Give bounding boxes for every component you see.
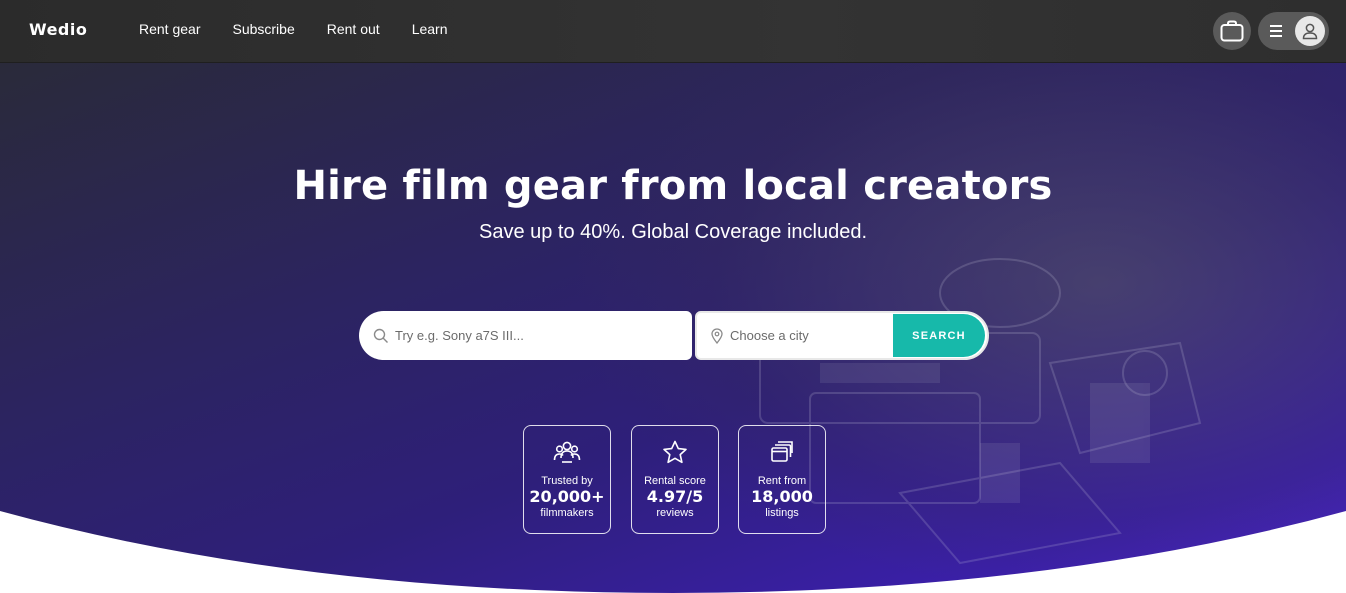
- gear-search-box[interactable]: [359, 311, 692, 360]
- stat-sublabel: filmmakers: [540, 507, 594, 519]
- stat-value: 4.97/5: [646, 487, 704, 506]
- nav-subscribe[interactable]: Subscribe: [232, 21, 294, 37]
- city-input[interactable]: [730, 328, 880, 343]
- search-icon: [373, 328, 388, 343]
- stat-label: Trusted by: [541, 475, 593, 487]
- nav-rent-out[interactable]: Rent out: [327, 21, 380, 37]
- nav-learn[interactable]: Learn: [412, 21, 448, 37]
- listings-icon: [771, 441, 793, 462]
- stat-sublabel: reviews: [656, 507, 694, 519]
- logo[interactable]: Wedio: [29, 20, 87, 39]
- city-search-box[interactable]: SEARCH: [695, 311, 989, 360]
- hamburger-icon: [1270, 25, 1282, 37]
- stat-value: 18,000: [751, 487, 813, 506]
- top-navigation-bar: Wedio Rent gear Subscribe Rent out Learn: [0, 0, 1346, 63]
- bag-button[interactable]: [1213, 12, 1251, 50]
- stat-label: Rental score: [644, 475, 706, 487]
- main-nav: Rent gear Subscribe Rent out Learn: [139, 21, 480, 37]
- stat-card-rating: Rental score 4.97/5 reviews: [631, 425, 719, 534]
- stat-card-listings: Rent from 18,000 listings: [738, 425, 826, 534]
- gear-search-input[interactable]: [395, 328, 655, 343]
- bag-icon: [1220, 20, 1244, 42]
- hero-title: Hire film gear from local creators: [293, 163, 1053, 209]
- nav-rent-gear[interactable]: Rent gear: [139, 21, 200, 37]
- users-icon: [553, 441, 581, 463]
- stat-card-filmmakers: Trusted by 20,000+ filmmakers: [523, 425, 611, 534]
- stat-value: 20,000+: [529, 487, 605, 506]
- star-icon: [663, 440, 687, 464]
- hero-subtitle: Save up to 40%. Global Coverage included…: [478, 221, 868, 243]
- avatar: [1295, 16, 1325, 46]
- account-menu-button[interactable]: [1258, 12, 1329, 50]
- location-pin-icon: [711, 327, 723, 344]
- stat-sublabel: listings: [765, 507, 799, 519]
- hero-section: Hire film gear from local creators Save …: [0, 63, 1346, 593]
- stat-label: Rent from: [757, 475, 807, 487]
- search-button[interactable]: SEARCH: [893, 314, 985, 357]
- user-icon: [1302, 23, 1318, 40]
